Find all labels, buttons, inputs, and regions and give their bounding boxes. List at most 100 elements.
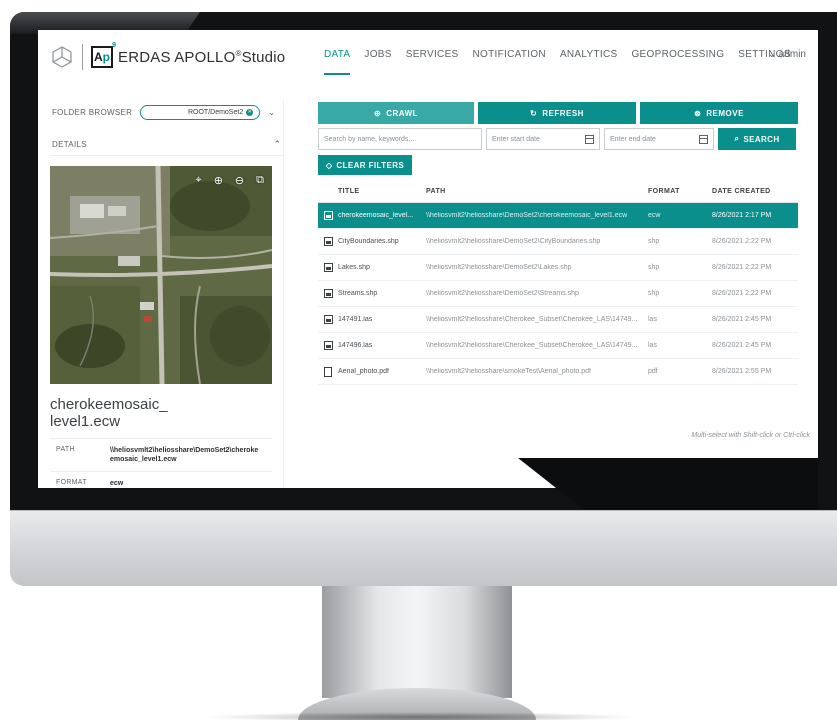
details-label: DETAILS (52, 140, 87, 149)
cell-format: pdf (648, 368, 658, 375)
badge-sup: 9 (112, 42, 116, 49)
table-row[interactable]: 147491.las \\heliosvmlt2\heliosshare\Cher… (318, 307, 798, 333)
aerial-map-image (50, 166, 272, 384)
calendar-icon[interactable] (585, 134, 594, 144)
clear-folder-icon[interactable]: ✕ (246, 108, 254, 116)
table-row[interactable]: Lakes.shp \\heliosvmlt2\heliosshare\DemoS… (318, 255, 798, 281)
crawl-button[interactable]: ⊕ CRAWL (318, 102, 474, 124)
user-menu[interactable]: ⌄ admin (768, 49, 806, 60)
column-date-created[interactable]: DATE CREATED (712, 188, 798, 195)
detail-key: FORMAT (56, 479, 87, 486)
cell-path: \\heliosvmlt2\heliosshare\Cherokee_Subse… (426, 316, 638, 323)
cell-format: las (648, 342, 657, 349)
map-toolbar: ⌖ ⊕ ⊖ ⧉ (196, 174, 265, 187)
logo[interactable]: Ap 9 ERDAS APOLLO®Studio (50, 42, 285, 70)
remove-button[interactable]: ⊗ REMOVE (640, 102, 798, 124)
nav-tab-services[interactable]: SERVICES (406, 49, 459, 60)
cell-date: 8/26/2021 2:55 PM (712, 368, 772, 375)
detail-key: PATH (56, 446, 75, 453)
search-label: SEARCH (743, 134, 780, 144)
row-icon-cell (318, 366, 338, 377)
row-icon-cell (318, 211, 338, 220)
folder-selector[interactable]: ROOT/DemoSet2 ✕ (140, 104, 261, 120)
cell-date: 8/26/2021 2:22 PM (712, 264, 772, 271)
image-file-icon (323, 315, 333, 324)
image-file-icon (323, 289, 333, 298)
top-bar: Ap 9 ERDAS APOLLO®Studio DATA JOBS SERVI… (38, 30, 818, 80)
stand-shadow (200, 712, 640, 720)
keyword-search-input[interactable]: Search by name, keywords,... (318, 128, 482, 150)
cell-path: \\heliosvmlt2\heliosshare\smokeTest\Aeri… (426, 368, 591, 375)
table-body: cherokeemosaic_level... \\heliosvmlt2\hel… (318, 203, 798, 385)
image-preview[interactable]: ⌖ ⊕ ⊖ ⧉ (50, 166, 272, 384)
folder-browser-label: FOLDER BROWSER (52, 107, 133, 117)
apollo-badge: Ap 9 (91, 42, 116, 68)
image-file-icon (323, 341, 333, 350)
open-external-icon[interactable]: ⧉ (256, 174, 264, 187)
search-bar: Search by name, keywords,... Enter start… (318, 128, 798, 150)
column-title[interactable]: TITLE (338, 188, 426, 195)
zoom-in-icon[interactable]: ⊕ (214, 174, 223, 187)
start-date-input[interactable]: Enter start date (486, 128, 600, 150)
cell-title: Streams.shp (338, 290, 378, 297)
selected-folder: ROOT/DemoSet2 (187, 108, 244, 116)
end-date-placeholder: Enter end date (610, 135, 656, 143)
cell-title: 147496.las (338, 342, 373, 349)
table-row[interactable]: Streams.shp \\heliosvmlt2\heliosshare\Dem… (318, 281, 798, 307)
start-date-placeholder: Enter start date (492, 135, 540, 143)
details-header[interactable]: DETAILS ⌃ (50, 134, 283, 156)
row-icon-cell (318, 315, 338, 324)
cell-title: 147491.las (338, 316, 373, 323)
action-bar: ⊕ CRAWL ↻ REFRESH ⊗ REMOVE (318, 102, 798, 124)
image-file-icon (323, 263, 333, 272)
column-path[interactable]: PATH (426, 188, 648, 195)
detail-row-format: FORMAT ecw (50, 471, 272, 488)
multi-select-hint: Multi-select with Shift-click or Ctrl-cl… (691, 432, 810, 439)
nav-tab-data[interactable]: DATA (324, 49, 351, 75)
locate-icon[interactable]: ⌖ (196, 174, 202, 187)
main-nav: DATA JOBS SERVICES NOTIFICATION ANALYTIC… (324, 49, 791, 75)
badge-letter-p: p (102, 50, 110, 64)
column-format[interactable]: FORMAT (648, 188, 712, 195)
cell-title: CityBoundaries.shp (338, 238, 399, 245)
cell-path: \\heliosvmlt2\heliosshare\DemoSet2\Lakes… (426, 264, 572, 271)
table-header: TITLE PATH FORMAT DATE CREATED (318, 181, 798, 203)
cell-date: 8/26/2021 2:17 PM (712, 212, 772, 219)
nav-tab-analytics[interactable]: ANALYTICS (560, 49, 618, 60)
brand-name: ERDAS APOLLO (118, 48, 236, 66)
cell-path: \\heliosvmlt2\heliosshare\DemoSet2\CityB… (426, 238, 601, 245)
cell-title: cherokeemosaic_level... (338, 212, 414, 219)
refresh-button[interactable]: ↻ REFRESH (478, 102, 636, 124)
hexagon-logo-icon (52, 46, 72, 68)
data-panel: ⊕ CRAWL ↻ REFRESH ⊗ REMOVE Search by nam… (318, 102, 798, 385)
nav-tab-jobs[interactable]: JOBS (364, 49, 391, 60)
brand-title: ERDAS APOLLO®Studio (118, 49, 285, 66)
table-row[interactable]: 147496.las \\heliosvmlt2\heliosshare\Cher… (318, 333, 798, 359)
folder-browser-row: FOLDER BROWSER ROOT/DemoSet2 ✕ ⌄ (50, 100, 283, 124)
table-row[interactable]: cherokeemosaic_level... \\heliosvmlt2\hel… (318, 203, 798, 229)
monitor-stand-neck (322, 586, 512, 698)
row-icon-cell (318, 289, 338, 298)
brand-suffix: Studio (241, 48, 286, 66)
chevron-down-icon[interactable]: ⌄ (268, 108, 275, 117)
end-date-input[interactable]: Enter end date (604, 128, 714, 150)
nav-tab-notification[interactable]: NOTIFICATION (473, 49, 546, 60)
clear-filters-button[interactable]: ◇ CLEAR FILTERS (318, 155, 412, 175)
table-row[interactable]: CityBoundaries.shp \\heliosvmlt2\heliossh… (318, 229, 798, 255)
chevron-up-icon[interactable]: ⌃ (273, 139, 281, 150)
cell-date: 8/26/2021 2:45 PM (712, 342, 772, 349)
cell-date: 8/26/2021 2:22 PM (712, 290, 772, 297)
cell-title: Aerial_photo.pdf (338, 368, 389, 375)
zoom-out-icon[interactable]: ⊖ (235, 174, 244, 187)
eraser-icon: ◇ (325, 160, 333, 170)
calendar-icon[interactable] (699, 134, 708, 144)
row-icon-cell (318, 341, 338, 350)
clear-filters-label: CLEAR FILTERS (336, 160, 405, 170)
detail-row-path: PATH \\heliosvmlt2\heliosshare\DemoSet2\… (50, 438, 272, 471)
badge-letter-a: A (93, 50, 103, 64)
monitor-mockup: Ap 9 ERDAS APOLLO®Studio DATA JOBS SERVI… (0, 0, 837, 720)
search-button[interactable]: ⌕ SEARCH (718, 128, 796, 150)
nav-tab-geoprocessing[interactable]: GEOPROCESSING (631, 49, 724, 60)
cell-format: shp (648, 290, 660, 297)
table-row[interactable]: Aerial_photo.pdf \\heliosvmlt2\heliosshar… (318, 359, 798, 385)
